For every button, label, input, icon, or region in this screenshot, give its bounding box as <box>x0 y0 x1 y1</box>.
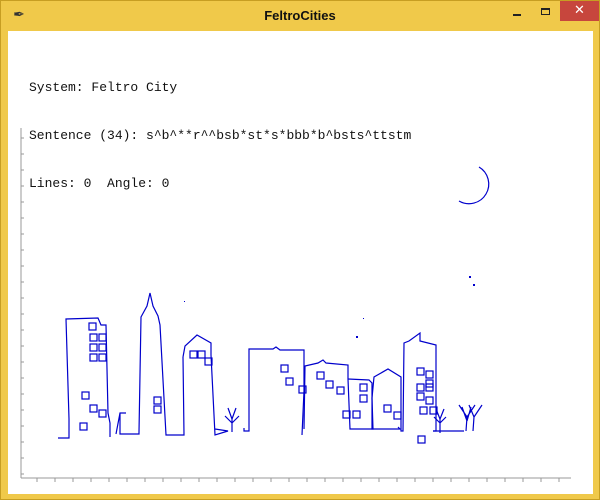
star <box>469 276 471 278</box>
window-square <box>416 392 425 401</box>
window-square <box>89 343 98 352</box>
window-square <box>98 409 107 418</box>
window-square <box>153 405 162 414</box>
minimize-button[interactable] <box>503 1 531 21</box>
window-square <box>89 353 98 362</box>
window-square <box>153 396 162 405</box>
window-square <box>359 394 368 403</box>
window-square <box>425 370 434 379</box>
window-square <box>416 383 425 392</box>
window-square <box>417 435 426 444</box>
window-square <box>316 371 325 380</box>
star <box>363 318 364 319</box>
window-square <box>89 404 98 413</box>
window-square <box>79 422 88 431</box>
title-bar[interactable]: ✒ FeltroCities ✕ <box>1 1 599 31</box>
axis-ticks <box>21 137 560 482</box>
window-square <box>98 343 107 352</box>
close-button[interactable]: ✕ <box>560 1 599 21</box>
close-icon: ✕ <box>574 3 585 18</box>
window-square <box>425 396 434 405</box>
building-6 <box>347 378 402 430</box>
drawing-canvas[interactable]: System: Feltro City Sentence (34): s^b^*… <box>8 31 593 494</box>
app-window: ✒ FeltroCities ✕ System: Feltro City Sen… <box>0 0 600 500</box>
star <box>356 336 358 338</box>
window-square <box>81 391 90 400</box>
window-square <box>419 406 428 415</box>
window-square <box>359 383 368 392</box>
city-skyline <box>58 292 464 439</box>
moon-icon <box>458 166 490 205</box>
building-2 <box>115 292 185 436</box>
building-windows <box>79 322 438 444</box>
building-4 <box>243 346 305 436</box>
tree <box>224 407 240 432</box>
tree <box>468 404 483 432</box>
window-square <box>285 377 294 386</box>
window-square <box>189 350 198 359</box>
window-square <box>98 333 107 342</box>
building-1 <box>58 317 111 439</box>
city-drawing <box>20 128 571 482</box>
star <box>473 284 475 286</box>
window-square <box>336 386 345 395</box>
window-square <box>416 367 425 376</box>
window-square <box>89 333 98 342</box>
maximize-button[interactable] <box>531 1 559 21</box>
minimize-icon <box>513 14 521 16</box>
window-square <box>197 350 206 359</box>
stars <box>184 276 475 338</box>
star <box>184 301 185 302</box>
window-square <box>98 353 107 362</box>
window-square <box>88 322 97 331</box>
tree <box>458 404 476 432</box>
maximize-icon <box>540 7 550 15</box>
window-square <box>393 411 402 420</box>
window-square <box>280 364 289 373</box>
window-square <box>325 380 334 389</box>
building-3 <box>182 334 229 436</box>
window-square <box>352 410 361 419</box>
window-square <box>383 404 392 413</box>
